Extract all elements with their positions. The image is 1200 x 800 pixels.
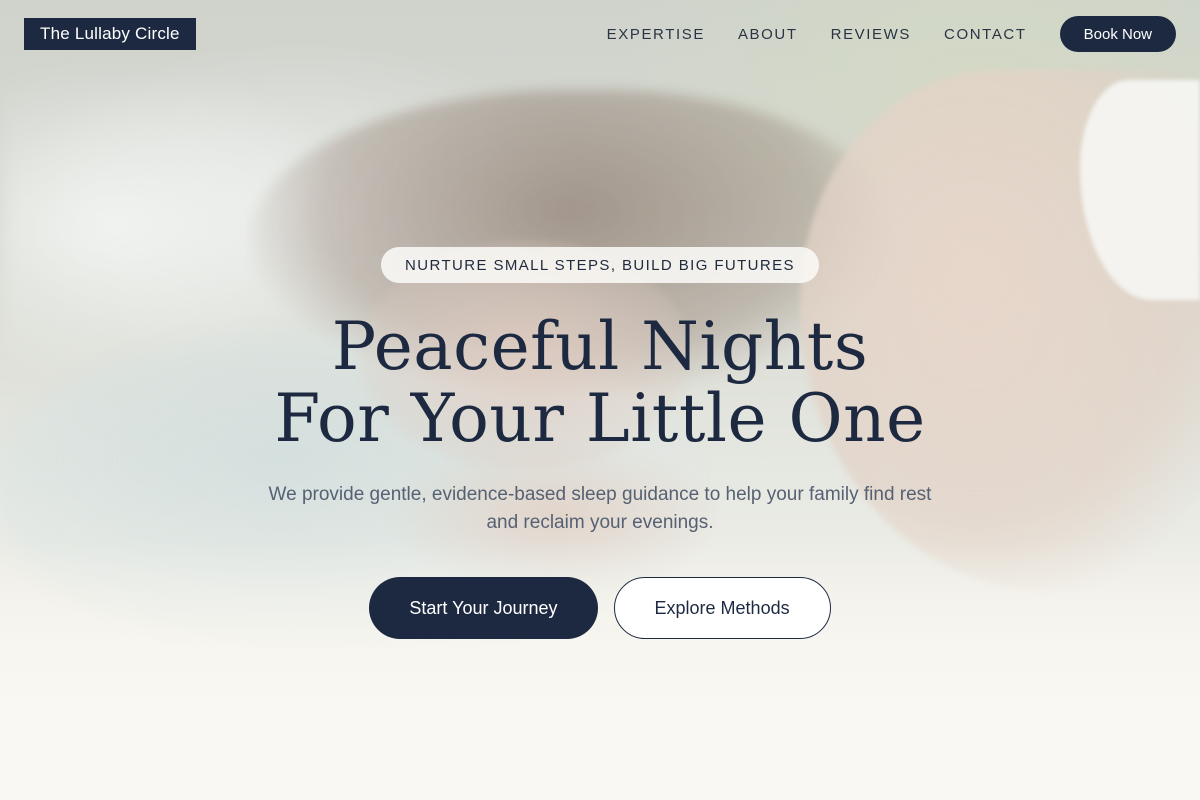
hero-headline: Peaceful Nights For Your Little One — [274, 311, 925, 455]
headline-line-2: For Your Little One — [274, 380, 926, 457]
start-journey-button[interactable]: Start Your Journey — [369, 577, 598, 639]
book-now-button[interactable]: Book Now — [1059, 16, 1176, 52]
headline-line-1: Peaceful Nights — [331, 308, 869, 385]
eyebrow-tagline: NURTURE SMALL STEPS, BUILD BIG FUTURES — [381, 247, 819, 283]
brand-logo[interactable]: The Lullaby Circle — [24, 18, 196, 50]
main-nav: EXPERTISE ABOUT REVIEWS CONTACT Book Now — [607, 16, 1176, 52]
hero-section: NURTURE SMALL STEPS, BUILD BIG FUTURES P… — [0, 247, 1200, 639]
cta-row: Start Your Journey Explore Methods — [369, 577, 831, 639]
hero-subtitle: We provide gentle, evidence-based sleep … — [268, 484, 932, 533]
nav-link-contact[interactable]: CONTACT — [944, 26, 1027, 43]
nav-link-expertise[interactable]: EXPERTISE — [607, 26, 705, 43]
nav-link-reviews[interactable]: REVIEWS — [831, 26, 911, 43]
explore-methods-button[interactable]: Explore Methods — [613, 577, 831, 639]
nav-link-about[interactable]: ABOUT — [738, 26, 798, 43]
